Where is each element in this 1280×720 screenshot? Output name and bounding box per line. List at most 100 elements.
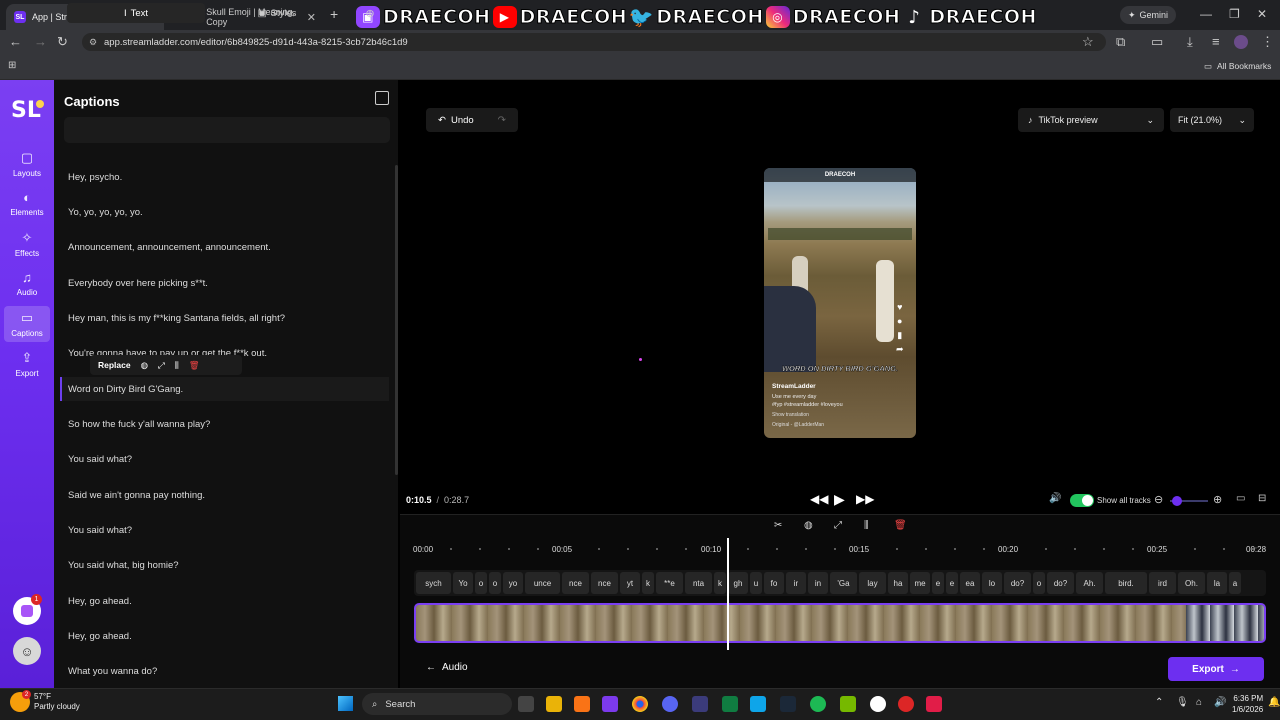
extensions-icon[interactable]: ⧉ [1116, 34, 1125, 50]
obs-icon[interactable] [870, 696, 886, 712]
discord-icon[interactable] [662, 696, 678, 712]
layout-toggle-icon[interactable]: ⊟ [1258, 493, 1266, 504]
bell-icon[interactable]: 🔔 [1268, 697, 1280, 708]
video-preview[interactable]: DRAECOH WORD ON DIRTY BIRD G'GANG. Strea… [764, 168, 916, 438]
zoom-select[interactable]: Fit (21.0%) ⌄ [1170, 108, 1254, 132]
back-icon[interactable]: ← [9, 34, 22, 49]
caption-segment[interactable]: fo [764, 572, 784, 594]
captions-toggle-icon[interactable]: ▭ [1236, 493, 1245, 504]
audio-track-button[interactable]: ← Audio [426, 662, 468, 673]
task-view-icon[interactable] [518, 696, 534, 712]
bookmark-star-icon[interactable]: ☆ [1082, 34, 1094, 50]
split-icon[interactable]: ⫼ [175, 360, 179, 371]
app-icon[interactable] [574, 696, 590, 712]
trash-icon[interactable]: 🗑 [894, 520, 907, 531]
caption-segment[interactable]: la [1207, 572, 1227, 594]
minimize-icon[interactable]: — [1200, 7, 1212, 21]
zoom-in-icon[interactable]: ⊕ [1213, 493, 1222, 506]
caption-segment[interactable]: unce [525, 572, 560, 594]
zoom-slider-thumb[interactable] [1172, 496, 1182, 506]
caption-segment[interactable]: ird [1149, 572, 1176, 594]
skip-forward-icon[interactable]: ▶▶ [856, 492, 874, 506]
windows-start-icon[interactable] [338, 696, 353, 711]
style-icon[interactable]: ◍ [804, 520, 813, 531]
caption-segment[interactable]: lay [859, 572, 886, 594]
speaker-icon[interactable]: 🔊 [1214, 697, 1226, 708]
volume-icon[interactable]: 🔊 [1049, 493, 1061, 504]
caption-segment[interactable]: gh [728, 572, 748, 594]
close-window-icon[interactable]: ✕ [1257, 7, 1267, 21]
caption-segment[interactable]: k [714, 572, 726, 594]
undo-button[interactable]: ↶ Undo [426, 115, 482, 126]
style-icon[interactable]: ◍ [141, 360, 148, 371]
caption-line[interactable]: Hey man, this is my f**king Santana fiel… [68, 313, 285, 324]
app-icon[interactable] [692, 696, 708, 712]
tray-chevron-icon[interactable]: ⌃ [1155, 697, 1163, 708]
caption-segment[interactable]: sych [416, 572, 451, 594]
panel-scrollbar[interactable] [395, 165, 398, 475]
caption-segment[interactable]: k [642, 572, 654, 594]
collapse-panel-icon[interactable] [375, 91, 389, 105]
caption-segment[interactable]: nce [562, 572, 589, 594]
caption-segment[interactable]: 'Ga [830, 572, 857, 594]
expand-icon[interactable]: ⤢ [834, 520, 842, 531]
caption-line[interactable]: Said we ain't gonna pay nothing. [68, 490, 205, 501]
caption-segment[interactable]: do? [1047, 572, 1074, 594]
cast-icon[interactable]: ▭ [1151, 34, 1163, 50]
caption-segment[interactable]: yt [620, 572, 640, 594]
network-icon[interactable]: ⌂ [1196, 697, 1202, 708]
caption-line[interactable]: You said what? [68, 454, 132, 465]
caption-segment[interactable]: me [910, 572, 930, 594]
rail-export[interactable]: ⇪ Export [0, 350, 54, 380]
caption-segment[interactable]: o [475, 572, 487, 594]
app-icon[interactable] [898, 696, 914, 712]
caption-line-selected[interactable]: Word on Dirty Bird G'Gang. [68, 384, 183, 395]
palette-button[interactable]: ◍ [352, 3, 388, 23]
reload-icon[interactable]: ↻ [57, 34, 68, 50]
apps-grid-icon[interactable]: ⊞ [8, 60, 16, 71]
user-avatar[interactable]: ☺ [13, 637, 41, 665]
caption-segment[interactable]: Oh. [1178, 572, 1205, 594]
expand-icon[interactable]: ⤢ [158, 360, 165, 371]
app-icon[interactable] [602, 696, 618, 712]
caption-line[interactable]: Everybody over here picking s**t. [68, 278, 208, 289]
playhead[interactable] [727, 538, 729, 650]
caption-segment[interactable]: ea [960, 572, 980, 594]
caption-line[interactable]: Hey, go ahead. [68, 596, 132, 607]
replace-button[interactable]: Replace [98, 360, 131, 370]
caption-segment[interactable]: yo [503, 572, 523, 594]
maximize-icon[interactable]: ❐ [1229, 7, 1240, 21]
play-icon[interactable]: ▶ [834, 491, 845, 508]
caption-segment[interactable]: u [750, 572, 762, 594]
caption-segment[interactable]: e [946, 572, 958, 594]
caption-line[interactable]: Announcement, announcement, announcement… [68, 242, 271, 253]
caption-segment[interactable]: lo [982, 572, 1002, 594]
weather-widget[interactable]: 57°F Partly cloudy [34, 692, 80, 712]
file-explorer-icon[interactable] [546, 696, 562, 712]
caption-segment[interactable]: **e [656, 572, 683, 594]
caption-segment[interactable]: o [489, 572, 501, 594]
caption-line[interactable]: Hey, go ahead. [68, 631, 132, 642]
microphone-icon[interactable]: 🎙 [1176, 697, 1189, 708]
all-bookmarks-button[interactable]: ▭ All Bookmarks [1204, 61, 1271, 72]
caption-line[interactable]: You said what? [68, 525, 132, 536]
caption-segment[interactable]: Ah. [1076, 572, 1103, 594]
download-icon[interactable]: ⤓ [1187, 34, 1193, 50]
caption-segment[interactable]: o [1033, 572, 1045, 594]
nvidia-icon[interactable] [840, 696, 856, 712]
caption-segment[interactable]: bird. [1105, 572, 1147, 594]
spotify-icon[interactable] [810, 696, 826, 712]
zoom-slider[interactable] [1170, 496, 1208, 506]
rail-elements[interactable]: ◐ Elements [0, 190, 54, 220]
rail-effects[interactable]: ✧ Effects [0, 230, 54, 260]
media-icon[interactable]: ≡ [1212, 34, 1220, 49]
split-icon[interactable]: ⫼ [864, 520, 869, 531]
rail-layouts[interactable]: ▢ Layouts [0, 150, 54, 180]
tab-styles[interactable]: ▣ Styles [208, 3, 346, 23]
skip-back-icon[interactable]: ◀◀ [810, 492, 828, 506]
gemini-button[interactable]: ✦ Gemini [1120, 6, 1176, 24]
excel-icon[interactable] [722, 696, 738, 712]
site-info-icon[interactable]: ⚙ [89, 37, 97, 48]
caption-line[interactable]: You said what, big homie? [68, 560, 179, 571]
forward-icon[interactable]: → [34, 34, 47, 49]
